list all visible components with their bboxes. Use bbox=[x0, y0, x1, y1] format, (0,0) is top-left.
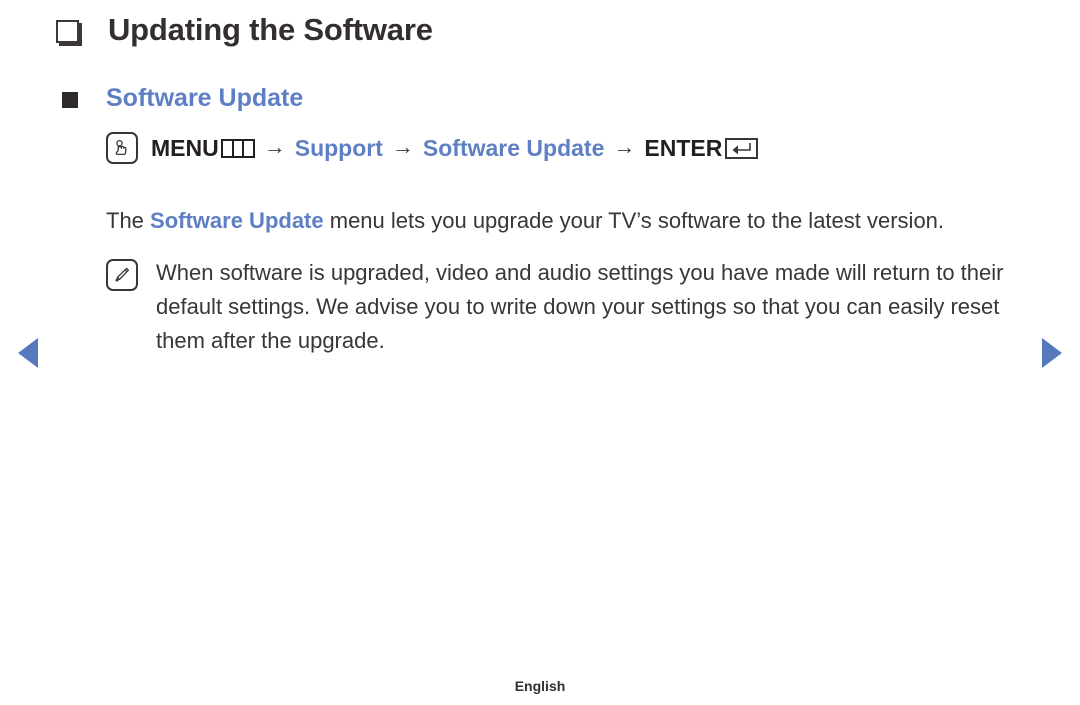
note-text: When software is upgraded, video and aud… bbox=[156, 260, 1004, 353]
triangle-right-icon[interactable] bbox=[1042, 338, 1062, 368]
path-arrow-icon-1: → bbox=[263, 134, 286, 159]
body-highlight: Software Update bbox=[150, 208, 324, 233]
body-paragraph: The Software Update menu lets you upgrad… bbox=[106, 204, 996, 238]
page-title-row: Updating the Software bbox=[56, 12, 433, 48]
path-arrow-icon-3: → bbox=[613, 134, 636, 159]
path-step-software-update: Software Update bbox=[422, 134, 605, 161]
page-title: Updating the Software bbox=[108, 12, 433, 47]
hollow-square-bullet-icon bbox=[56, 19, 79, 43]
body-tail: menu lets you upgrade your TV’s software… bbox=[323, 208, 945, 233]
filled-square-bullet-icon bbox=[62, 91, 78, 108]
enter-return-arrow-icon bbox=[725, 137, 759, 159]
enter-label: ENTER bbox=[644, 134, 723, 161]
body-lead: The bbox=[106, 208, 151, 233]
footer-language: English bbox=[514, 678, 566, 694]
pointing-hand-icon bbox=[106, 132, 138, 164]
menu-label: MENU bbox=[151, 134, 219, 161]
triangle-left-icon[interactable] bbox=[18, 338, 38, 368]
section-heading: Software Update bbox=[106, 84, 304, 112]
path-arrow-icon-2: → bbox=[391, 134, 414, 159]
menu-path-breadcrumb: MENU → Support → Software Update → ENTER bbox=[106, 132, 759, 164]
path-step-support: Support bbox=[294, 134, 383, 161]
note-block: When software is upgraded, video and aud… bbox=[106, 256, 1026, 358]
section-heading-row: Software Update bbox=[62, 84, 303, 113]
note-pencil-icon bbox=[106, 259, 138, 291]
menu-bars-box-icon bbox=[220, 138, 255, 158]
